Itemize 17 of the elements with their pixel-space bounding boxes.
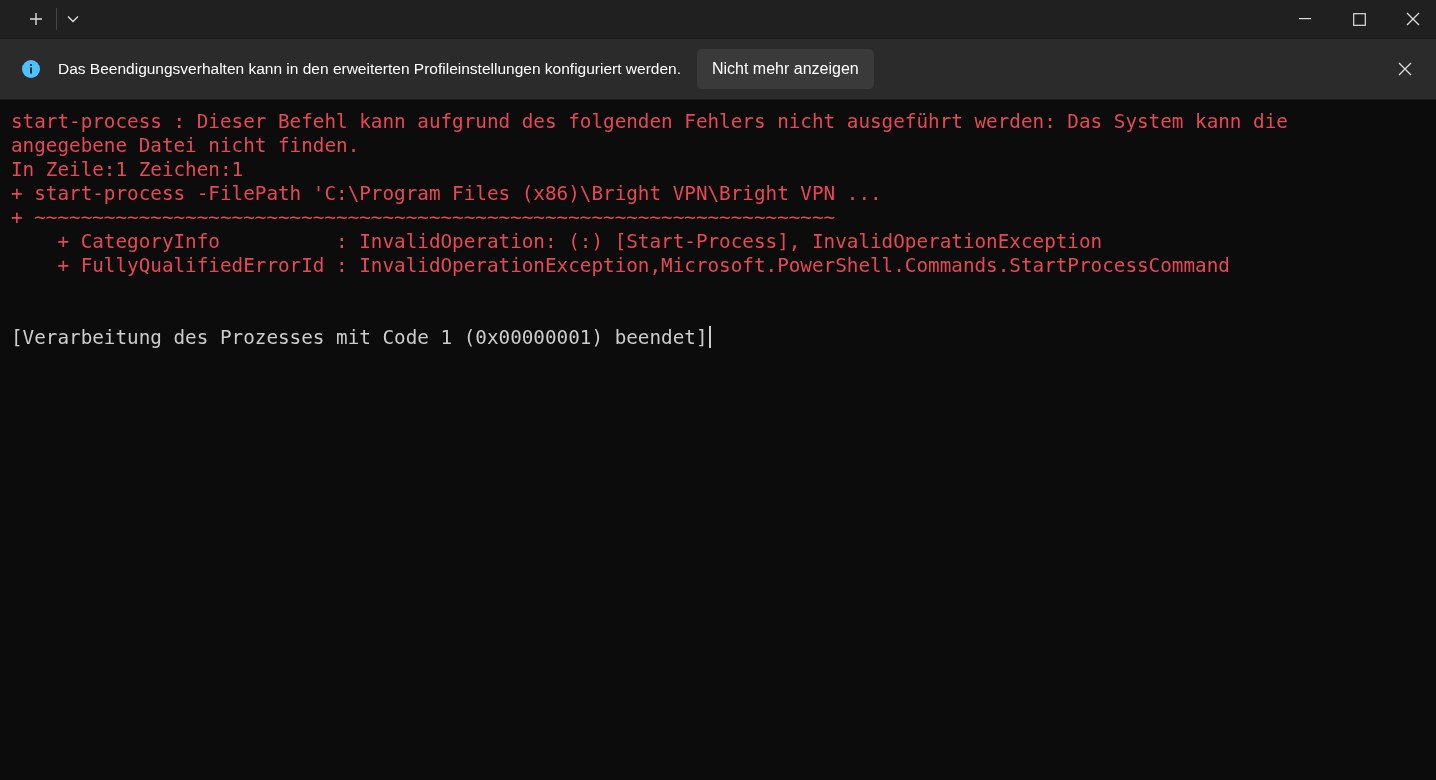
close-icon bbox=[1406, 12, 1420, 26]
error-line: In Zeile:1 Zeichen:1 bbox=[11, 158, 244, 181]
output-line: [Verarbeitung des Prozesses mit Code 1 (0x00000001) beendet] bbox=[11, 326, 708, 349]
close-icon bbox=[1398, 62, 1412, 76]
error-line: + start-process -FilePath 'C:\Program Files (x86)\Bright VPN\Bright VPN ... bbox=[11, 182, 882, 205]
error-line: + CategoryInfo : InvalidOperation: (:) [Start-Process], InvalidOperationException bbox=[56, 230, 1103, 253]
plus-icon bbox=[29, 12, 43, 26]
info-icon bbox=[22, 60, 40, 78]
minimize-icon bbox=[1299, 18, 1311, 20]
dismiss-button[interactable]: Nicht mehr anzeigen bbox=[696, 49, 874, 89]
error-line: start-process : Dieser Befehl kann aufgrund des folgenden Fehlers nicht ausgeführt werden: Das System kann die bbox=[11, 110, 1288, 133]
chevron-down-icon bbox=[67, 15, 79, 23]
error-line: angegebene Datei nicht finden. bbox=[11, 134, 360, 157]
maximize-icon bbox=[1352, 12, 1366, 26]
info-message: Das Beendigungsverhalten kann in den erweiterten Profileinstellungen konfiguriert werden. bbox=[58, 59, 681, 80]
error-line: + ~~~~~~~~~~~~~~~~~~~~~~~~~~~~~~~~~~~~~~~~~~~~~~~~~~~~~~~~~~~~~~~~~~~~~ bbox=[11, 206, 836, 229]
error-line: + FullyQualifiedErrorId : InvalidOperationException,Microsoft.PowerShell.Commands.StartProcessCommand bbox=[56, 254, 1230, 277]
